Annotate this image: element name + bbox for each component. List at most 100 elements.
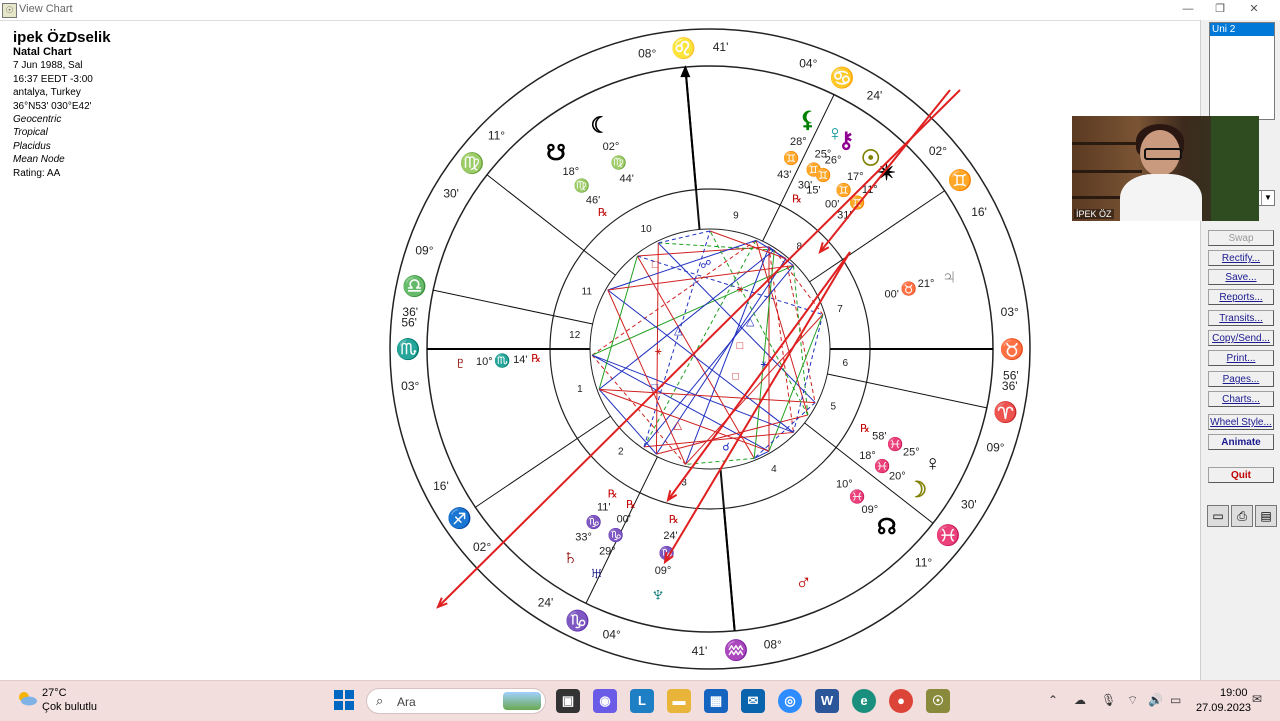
- planet-glyph: ♆: [650, 582, 667, 607]
- natal-chart-wheel[interactable]: 123456789101112♌08° 41'♋04°24'♊02°16'♉03°…: [380, 22, 1040, 677]
- chart-list-selected[interactable]: Uni 2: [1210, 23, 1274, 36]
- chevron-up-icon[interactable]: ⌃: [1048, 693, 1058, 707]
- planet-degree: 02°: [603, 141, 620, 153]
- teams-chat-icon[interactable]: ◉: [593, 689, 617, 713]
- planet-degree: 29°: [599, 545, 616, 557]
- panel-button-pages[interactable]: Pages...: [1208, 371, 1274, 387]
- zodiac-sign-glyph: ♌: [671, 36, 696, 60]
- cusp-minutes: 24': [538, 595, 554, 609]
- house-number: 10: [641, 224, 653, 235]
- cusp-minutes: 16': [971, 205, 987, 219]
- retrograde-symbol: ℞: [598, 207, 608, 219]
- panel-button-transits[interactable]: Transits...: [1208, 310, 1274, 326]
- cusp-minutes: 09°: [986, 440, 1004, 454]
- edge-icon[interactable]: e: [852, 689, 876, 713]
- planet-glyph: ♇: [452, 350, 469, 375]
- panel-button-rectify[interactable]: Rectify...: [1208, 250, 1274, 266]
- minimize-button[interactable]: —: [1180, 2, 1196, 16]
- search-icon: ⌕: [376, 693, 384, 708]
- chart-list[interactable]: Uni 2: [1209, 22, 1275, 120]
- taskbar: 27°C Çok bulutlu ⌕ Ara ▣ ◉ L ▬ ▦ ✉ ◎ W e…: [0, 680, 1280, 721]
- planet-glyph: ♃: [941, 264, 958, 289]
- chart-info: ipek ÖzDselik Natal Chart 7 Jun 1988, Sa…: [13, 30, 111, 180]
- cusp-degree: 30': [443, 186, 459, 200]
- solar-fire-taskbar-icon[interactable]: ☉: [926, 689, 950, 713]
- panel-button-wheelstyle[interactable]: Wheel Style...: [1208, 414, 1274, 430]
- planet-glyph: ☽: [907, 477, 927, 502]
- planet-degree: 28°: [790, 136, 807, 148]
- cusp-degree: 30': [961, 498, 977, 512]
- cusp-minutes: 16': [433, 479, 449, 493]
- planet-sign: ♍: [574, 178, 590, 193]
- panel-button-print[interactable]: Print...: [1208, 350, 1274, 366]
- planet-glyph: ♄: [562, 544, 579, 569]
- onedrive-icon[interactable]: ☁: [1074, 693, 1086, 707]
- chevron-down-icon[interactable]: ▼: [1261, 191, 1274, 205]
- taskbar-search[interactable]: ⌕ Ara: [366, 688, 546, 714]
- aspect-glyph: □: [732, 371, 739, 383]
- notification-icon[interactable]: ✉: [1252, 692, 1262, 706]
- aspect-line: [773, 249, 824, 315]
- planet-glyph: ⚷: [838, 127, 854, 152]
- planet-minutes: 11': [597, 502, 611, 514]
- weather-temperature[interactable]: 27°C: [42, 687, 67, 699]
- planet-minutes: 18°: [859, 450, 876, 462]
- planet-minutes: 14': [513, 354, 527, 366]
- cloud-sun-icon[interactable]: [16, 690, 38, 706]
- zodiac-sign-glyph: ♑: [565, 608, 590, 632]
- zoom-icon[interactable]: ◎: [778, 689, 802, 713]
- close-button[interactable]: ✕: [1246, 2, 1262, 16]
- house-number: 5: [830, 401, 836, 412]
- store-icon[interactable]: ▦: [704, 689, 728, 713]
- retrograde-symbol: ℞: [792, 193, 802, 205]
- cusp-degree: 08°: [764, 637, 782, 651]
- zodiac-sign-glyph: ♋: [830, 66, 855, 90]
- cusp-minutes: 24': [867, 89, 883, 103]
- microphone-icon[interactable]: 🎙: [1101, 693, 1116, 707]
- ic-axis: [722, 508, 736, 632]
- planet-minutes: 00': [885, 288, 899, 300]
- planet-glyph: ☋: [546, 140, 566, 165]
- panel-button-charts[interactable]: Charts...: [1208, 391, 1274, 407]
- planet-degree: 18°: [563, 166, 580, 178]
- panel-button-quit[interactable]: Quit: [1208, 467, 1274, 483]
- rating: Rating: AA: [13, 167, 61, 179]
- planet-glyph: ✴: [878, 160, 896, 185]
- house-ring: [549, 188, 871, 510]
- word-icon[interactable]: W: [815, 689, 839, 713]
- zodiac-sign-glyph: ♊: [948, 168, 973, 192]
- search-placeholder: Ara: [397, 695, 416, 709]
- mail-icon[interactable]: ✉: [741, 689, 765, 713]
- clock-date[interactable]: 27.09.2023: [1196, 702, 1251, 714]
- house-cusp-line: [827, 373, 987, 409]
- panel-button-animate[interactable]: Animate: [1208, 434, 1274, 450]
- chrome-icon[interactable]: ●: [889, 689, 913, 713]
- planet-glyph: ☾: [591, 112, 611, 137]
- planet-minutes: 10°: [836, 478, 853, 490]
- battery-icon[interactable]: ▭: [1170, 693, 1181, 707]
- windows-start-icon[interactable]: [334, 690, 354, 710]
- coordinates: 36°N53' 030°E42': [13, 100, 92, 112]
- export-icon[interactable]: ▤: [1255, 505, 1277, 527]
- volume-icon[interactable]: 🔊: [1148, 693, 1163, 707]
- app-l-icon[interactable]: L: [630, 689, 654, 713]
- weather-description[interactable]: Çok bulutlu: [42, 701, 97, 713]
- cusp-degree: 04°: [799, 56, 817, 70]
- printer-icon[interactable]: ⎙: [1231, 505, 1253, 527]
- clock-time[interactable]: 19:00: [1220, 687, 1248, 699]
- panel-button-reports[interactable]: Reports...: [1208, 289, 1274, 305]
- wifi-icon[interactable]: ⌔: [1127, 693, 1138, 708]
- restore-button[interactable]: ❐: [1212, 2, 1228, 16]
- screen-icon[interactable]: ▭: [1207, 505, 1229, 527]
- panel-button-swap[interactable]: Swap: [1208, 230, 1274, 246]
- planet-degree: 17°: [847, 171, 864, 183]
- house-number: 1: [577, 384, 583, 395]
- retrograde-symbol: ℞: [669, 514, 679, 526]
- panel-button-save[interactable]: Save...: [1208, 269, 1274, 285]
- task-view-icon[interactable]: ▣: [556, 689, 580, 713]
- panel-button-copysend[interactable]: Copy/Send...: [1208, 330, 1274, 346]
- file-explorer-icon[interactable]: ▬: [667, 689, 691, 713]
- aspect-line: [643, 265, 794, 448]
- aspect-glyph: □: [737, 340, 744, 352]
- planet-minutes: 43': [777, 169, 791, 181]
